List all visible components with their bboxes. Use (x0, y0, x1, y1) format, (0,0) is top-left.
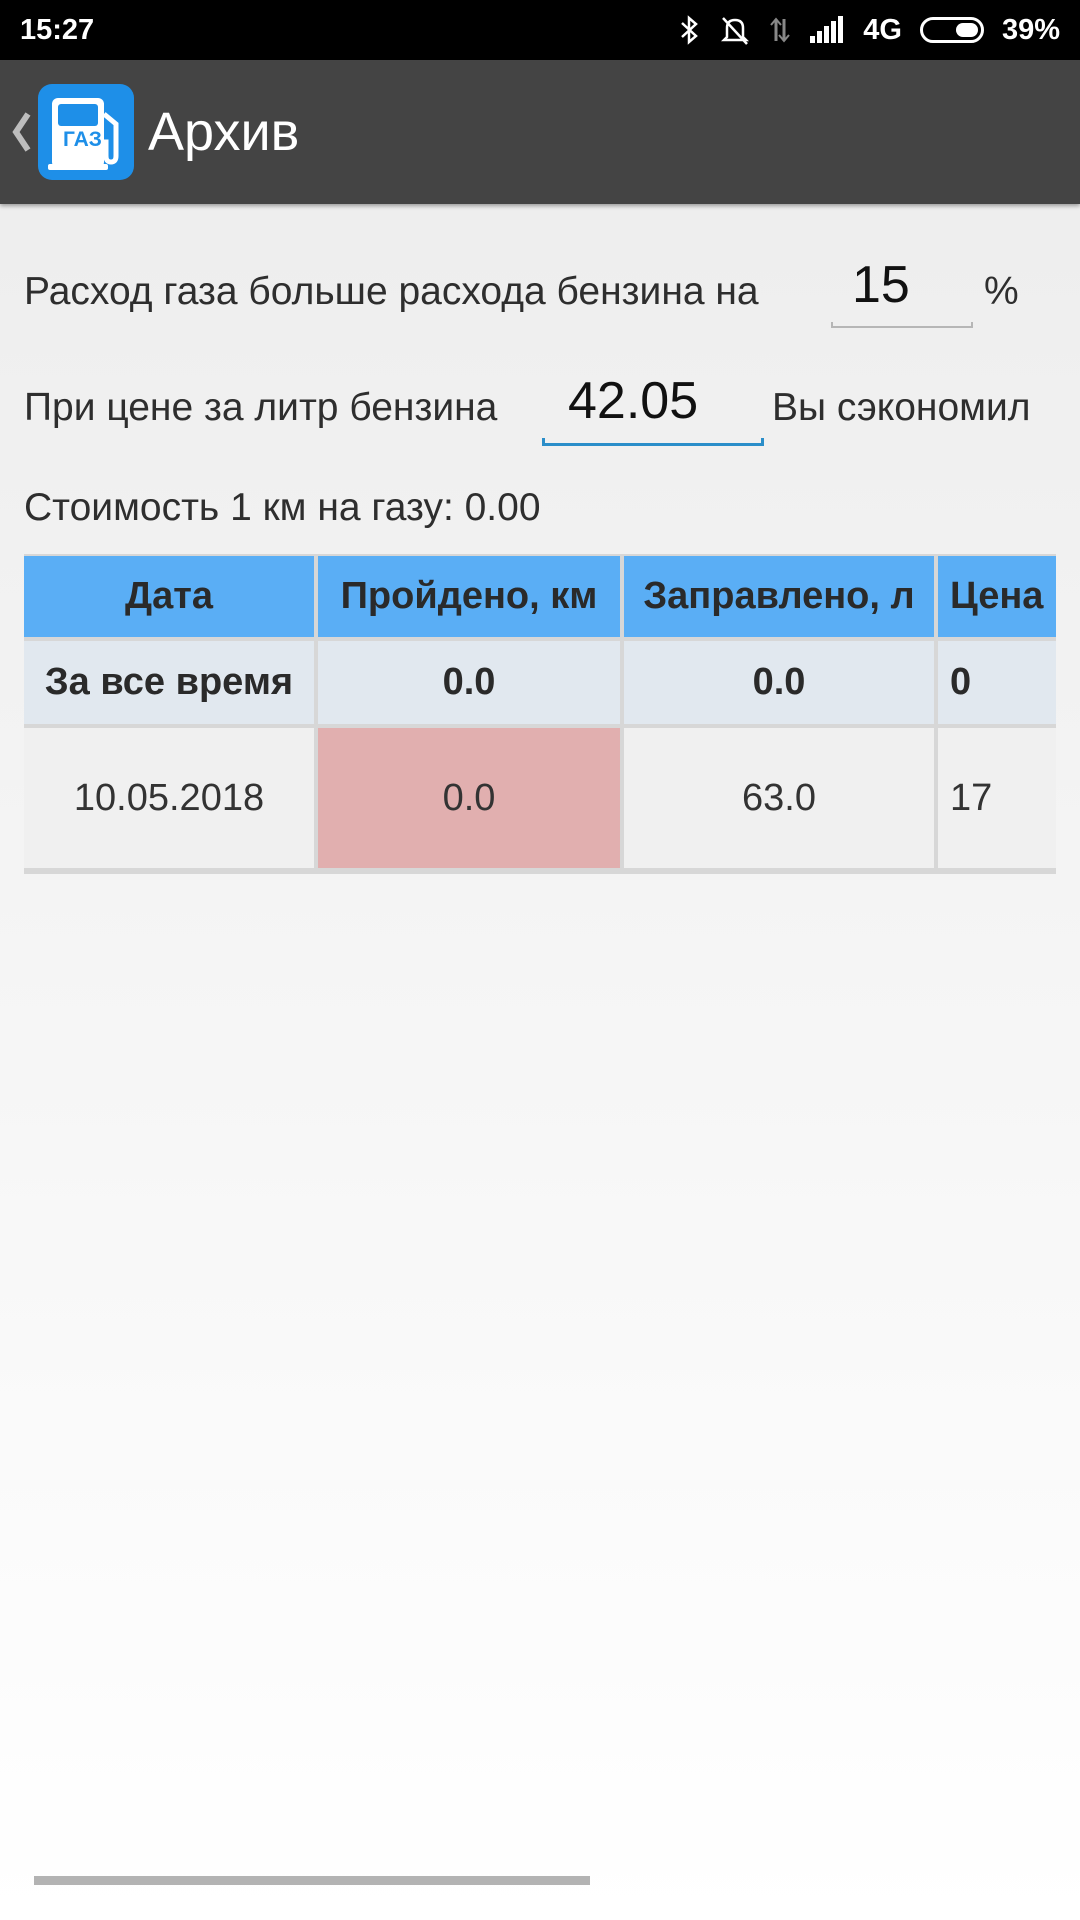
consumption-percent-input[interactable] (850, 252, 964, 318)
table-totals-cell: За все время (24, 641, 314, 724)
battery-percent: 39% (1001, 13, 1060, 46)
archive-table[interactable]: Дата Пройдено, км Заправлено, л Цена За все … (24, 554, 1056, 874)
status-bar: 15:27 4G 39% (0, 0, 1080, 60)
price-label: При цене за литр бензина (24, 386, 498, 429)
consumption-label: Расход газа больше расхода бензина на (24, 270, 759, 313)
battery-icon (919, 17, 984, 43)
table-header-cell[interactable]: Цена (938, 556, 1056, 637)
gas-pump-app-icon[interactable]: ГАЗ (38, 84, 134, 180)
signal-icon (809, 16, 845, 44)
consumption-unit: % (984, 270, 1019, 313)
table-data-cell[interactable]: 10.05.2018 (24, 728, 314, 868)
price-input-underline (542, 438, 764, 446)
table-header-cell[interactable]: Заправлено, л (624, 556, 934, 637)
petrol-price-input[interactable] (566, 368, 770, 434)
consumption-input-underline (831, 322, 973, 328)
cost-per-km: Стоимость 1 км на газу: 0.00 (24, 486, 541, 529)
table-totals-cell: 0.0 (318, 641, 620, 724)
data-arrows-icon (769, 15, 791, 45)
price-row: При цене за литр бензина Вы сэкономил (24, 358, 1064, 458)
table-data-cell[interactable]: 0.0 (318, 728, 620, 868)
chevron-left-icon[interactable] (10, 110, 36, 154)
table-data-cell[interactable]: 63.0 (624, 728, 934, 868)
consumption-row: Расход газа больше расхода бензина на % (24, 242, 1064, 342)
status-icons: 4G 39% (679, 14, 1060, 47)
table-header-cell[interactable]: Пройдено, км (318, 556, 620, 637)
network-type: 4G (863, 13, 902, 46)
table-header-cell[interactable]: Дата (24, 556, 314, 637)
status-time: 15:27 (20, 13, 95, 46)
bell-off-icon (719, 14, 751, 46)
table-data-cell[interactable]: 17 (938, 728, 1056, 868)
bluetooth-icon (679, 15, 701, 45)
horizontal-scrollbar[interactable] (34, 1876, 590, 1885)
table-totals-cell: 0.0 (624, 641, 934, 724)
page-title: Архив (148, 102, 300, 162)
saved-label: Вы сэкономил (772, 386, 1031, 429)
app-icon-text: ГАЗ (63, 128, 102, 151)
table-totals-cell: 0 (938, 641, 1056, 724)
app-bar: ГАЗ Архив (0, 60, 1080, 204)
